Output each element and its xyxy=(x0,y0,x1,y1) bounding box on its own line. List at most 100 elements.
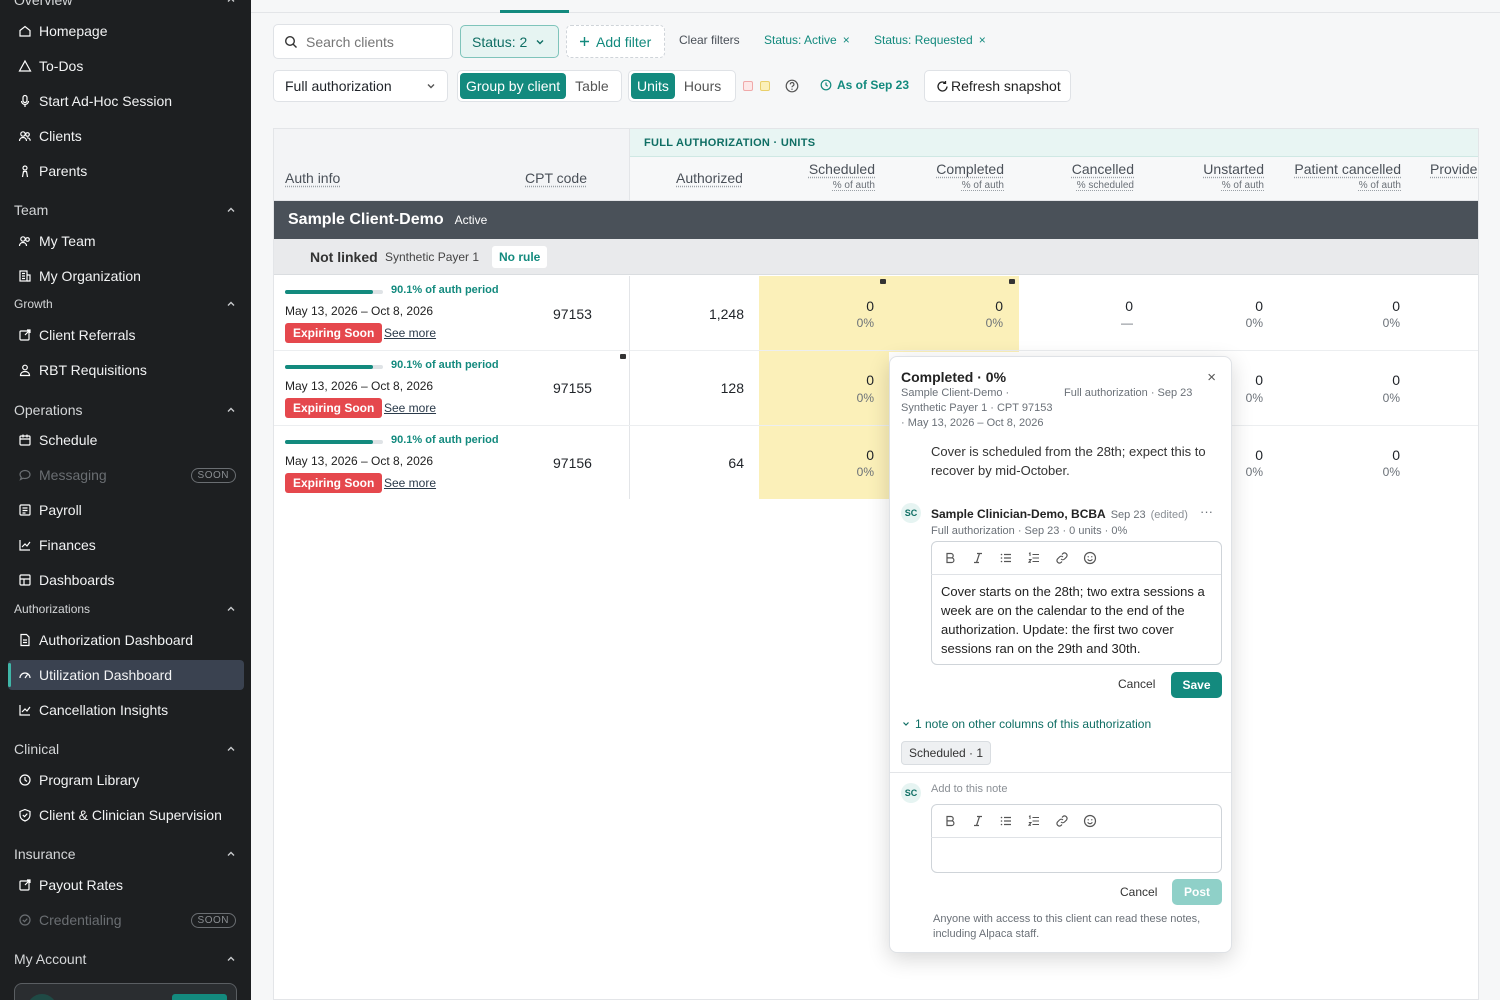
unstarted-value[interactable]: 0 xyxy=(1255,372,1263,388)
link-icon[interactable] xyxy=(1055,551,1069,565)
hours-option[interactable]: Hours xyxy=(678,73,727,99)
patient-cancelled-value[interactable]: 0 xyxy=(1392,298,1400,314)
add-filter-button[interactable]: Add filter xyxy=(566,25,665,58)
other-notes-toggle[interactable]: 1 note on other columns of this authoriz… xyxy=(901,717,1151,731)
sidebar-item-label: RBT Requisitions xyxy=(39,362,147,378)
scheduled-value[interactable]: 0 xyxy=(866,447,874,463)
patient-cancelled-value[interactable]: 0 xyxy=(1392,372,1400,388)
sidebar-item-todos[interactable]: To-Dos xyxy=(8,51,244,81)
close-icon[interactable]: × xyxy=(1207,369,1216,386)
sidebar-item-supervision[interactable]: Client & Clinician Supervision xyxy=(8,800,244,830)
status-requested-chip[interactable]: Status: Requested × xyxy=(874,33,986,47)
sidebar-item-parents[interactable]: Parents xyxy=(8,156,244,186)
scheduled-value[interactable]: 0 xyxy=(866,372,874,388)
numbered-list-icon[interactable] xyxy=(1027,551,1041,565)
scheduled-note-chip[interactable]: Scheduled · 1 xyxy=(901,741,992,765)
status-filter-label: Status: 2 xyxy=(472,33,528,50)
status-active-chip[interactable]: Status: Active × xyxy=(764,33,850,47)
search-box[interactable] xyxy=(273,24,453,59)
italic-icon[interactable] xyxy=(971,551,985,565)
header-sublabel: % of auth xyxy=(1221,180,1264,191)
link-icon[interactable] xyxy=(1055,814,1069,828)
emoji-icon[interactable] xyxy=(1083,814,1097,828)
sidebar-item-finances[interactable]: Finances xyxy=(8,530,244,560)
sidebar-item-client-referrals[interactable]: Client Referrals xyxy=(8,320,244,350)
more-options-icon[interactable]: ··· xyxy=(1200,504,1213,519)
refresh-snapshot-button[interactable]: Refresh snapshot xyxy=(924,70,1071,102)
sidebar-item-authorization-dashboard[interactable]: Authorization Dashboard xyxy=(8,625,244,655)
users-icon xyxy=(18,131,31,142)
post-reply-button[interactable]: Post xyxy=(1172,879,1222,905)
help-circle-icon[interactable] xyxy=(785,79,799,93)
section-clinical[interactable]: Clinical xyxy=(14,741,237,757)
table-row[interactable]: 90.1% of auth period May 13, 2026 – Oct … xyxy=(274,351,1478,426)
column-header-unstarted[interactable]: Unstarted % of auth xyxy=(1203,161,1264,191)
units-option[interactable]: Units xyxy=(631,73,675,99)
authorization-scope-select[interactable]: Full authorization xyxy=(273,70,448,102)
column-header-cpt-code[interactable]: CPT code xyxy=(525,170,587,186)
column-header-auth-info[interactable]: Auth info xyxy=(285,170,340,186)
edited-label: (edited) xyxy=(1150,509,1188,521)
column-header-patient-cancelled[interactable]: Patient cancelled % of auth xyxy=(1294,161,1401,191)
sidebar-item-clients[interactable]: Clients xyxy=(8,121,244,151)
section-operations[interactable]: Operations xyxy=(14,402,237,418)
table-row[interactable]: 90.1% of auth period May 13, 2026 – Oct … xyxy=(274,276,1478,351)
column-header-completed[interactable]: Completed % of auth xyxy=(936,161,1004,191)
status-filter-dropdown[interactable]: Status: 2 xyxy=(460,25,559,58)
column-header-authorized[interactable]: Authorized xyxy=(676,170,743,186)
sidebar-item-dashboards[interactable]: Dashboards xyxy=(8,565,244,595)
italic-icon[interactable] xyxy=(971,814,985,828)
see-more-link[interactable]: See more xyxy=(384,476,436,490)
sidebar-item-cancellation-insights[interactable]: Cancellation Insights xyxy=(8,695,244,725)
unstarted-value[interactable]: 0 xyxy=(1255,447,1263,463)
column-header-cancelled[interactable]: Cancelled % scheduled xyxy=(1072,161,1134,191)
sidebar-item-adhoc-session[interactable]: Start Ad-Hoc Session xyxy=(8,86,244,116)
numbered-list-icon[interactable] xyxy=(1027,814,1041,828)
unstarted-value[interactable]: 0 xyxy=(1255,298,1263,314)
cancelled-value[interactable]: 0 xyxy=(1125,298,1133,314)
column-header-provider[interactable]: Provide xyxy=(1430,161,1477,177)
save-note-button[interactable]: Save xyxy=(1171,672,1222,698)
patient-cancelled-value[interactable]: 0 xyxy=(1392,447,1400,463)
emoji-icon[interactable] xyxy=(1083,551,1097,565)
section-authorizations[interactable]: Authorizations xyxy=(14,602,237,616)
clear-filters-link[interactable]: Clear filters xyxy=(679,33,740,47)
library-icon xyxy=(19,774,31,786)
section-insurance[interactable]: Insurance xyxy=(14,846,237,862)
section-my-account[interactable]: My Account xyxy=(14,951,237,967)
see-more-link[interactable]: See more xyxy=(384,401,436,415)
column-header-scheduled[interactable]: Scheduled % of auth xyxy=(809,161,875,191)
rule-badge[interactable]: No rule xyxy=(492,246,548,268)
bold-icon[interactable] xyxy=(943,814,957,828)
sidebar-item-payout-rates[interactable]: Payout Rates xyxy=(8,870,244,900)
sidebar-item-homepage[interactable]: Homepage xyxy=(8,16,244,46)
table-row[interactable]: 90.1% of auth period May 13, 2026 – Oct … xyxy=(274,426,1478,501)
completed-value[interactable]: 0 xyxy=(995,298,1003,314)
unit-toggle: Units Hours xyxy=(628,70,736,102)
scheduled-value[interactable]: 0 xyxy=(866,298,874,314)
bold-icon[interactable] xyxy=(943,551,957,565)
group-by-client-option[interactable]: Group by client xyxy=(460,73,567,99)
section-overview[interactable]: Overview xyxy=(14,0,237,8)
account-card[interactable] xyxy=(14,983,237,1000)
sidebar-item-rbt-requisitions[interactable]: RBT Requisitions xyxy=(8,355,244,385)
section-team[interactable]: Team xyxy=(14,202,237,218)
close-icon[interactable]: × xyxy=(843,33,850,47)
close-icon[interactable]: × xyxy=(979,33,986,47)
cancel-edit-button[interactable]: Cancel xyxy=(1118,677,1155,691)
section-growth[interactable]: Growth xyxy=(14,297,237,311)
sidebar-item-schedule[interactable]: Schedule xyxy=(8,425,244,455)
see-more-link[interactable]: See more xyxy=(384,326,436,340)
sidebar-item-utilization-dashboard[interactable]: Utilization Dashboard xyxy=(8,660,244,690)
sidebar-item-my-team[interactable]: My Team xyxy=(8,226,244,256)
table-option[interactable]: Table xyxy=(569,73,614,99)
sidebar-item-my-organization[interactable]: My Organization xyxy=(8,261,244,291)
bullet-list-icon[interactable] xyxy=(999,551,1013,565)
search-input[interactable] xyxy=(306,33,446,50)
bullet-list-icon[interactable] xyxy=(999,814,1013,828)
note-editor-text[interactable]: Cover starts on the 28th; two extra sess… xyxy=(941,582,1217,658)
sidebar-item-program-library[interactable]: Program Library xyxy=(8,765,244,795)
client-group-header[interactable]: Sample Client-Demo Active xyxy=(274,201,1478,239)
cancel-reply-button[interactable]: Cancel xyxy=(1120,885,1157,899)
sidebar-item-payroll[interactable]: Payroll xyxy=(8,495,244,525)
